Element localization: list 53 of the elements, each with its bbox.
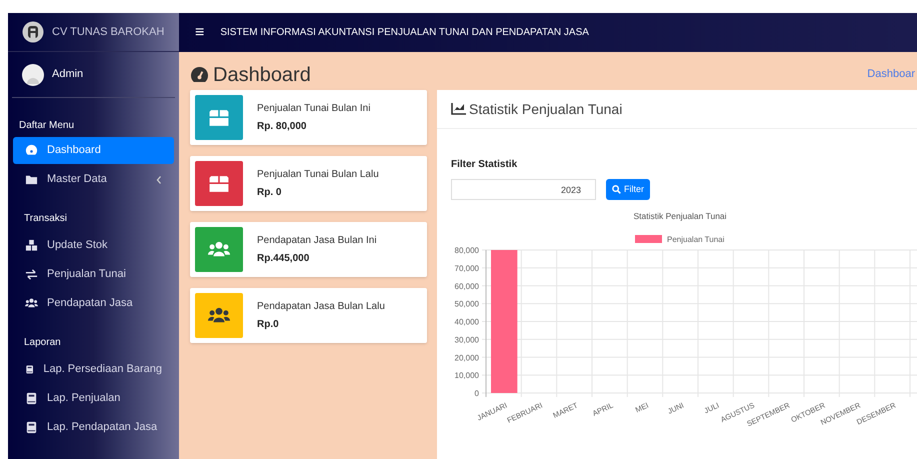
sidebar-item[interactable]: Update Stok — [13, 232, 174, 259]
search-icon — [612, 185, 621, 194]
sidebar-item[interactable]: Penjualan Tunai — [13, 261, 174, 288]
legend-swatch[interactable] — [635, 235, 662, 243]
users-icon — [25, 297, 38, 310]
axis-label: 30,000 — [454, 335, 479, 344]
axis-label: 20,000 — [454, 353, 479, 362]
user-name[interactable]: Admin — [52, 66, 84, 83]
stat-label: Pendapatan Jasa Bulan Lalu — [257, 300, 385, 314]
axis-label: 70,000 — [454, 264, 479, 273]
year-field[interactable]: 2023 — [451, 179, 596, 200]
page-title: Dashboard — [213, 62, 311, 88]
folder-icon — [25, 173, 38, 186]
line-chart-icon — [451, 103, 466, 115]
book-icon — [25, 363, 34, 376]
menu-icon[interactable]: ≡ — [195, 24, 204, 40]
avatar-icon — [22, 64, 44, 86]
sidebar-item[interactable]: Dashboard — [13, 137, 174, 164]
book-icon — [25, 392, 38, 405]
filter-label: Filter Statistik — [451, 158, 518, 172]
menu-heading: Laporan — [23, 336, 62, 350]
stat-value: Rp. 80,000 — [257, 120, 308, 134]
logo-icon — [22, 21, 44, 43]
arrows-icon — [25, 268, 38, 281]
stat-value: Rp.445,000 — [257, 252, 310, 266]
axis-label: 40,000 — [454, 318, 479, 326]
menu-heading: Daftar Menu — [18, 118, 76, 132]
sidebar-item[interactable]: Master Data — [13, 166, 174, 193]
chart-title: Statistik Penjualan Tunai — [633, 211, 727, 221]
sidebar-item[interactable]: Lap. Penjualan — [13, 385, 174, 412]
sidebar-item[interactable]: Lap. Persediaan Barang — [13, 356, 174, 383]
stat-value: Rp.0 — [257, 318, 280, 332]
gauge-icon — [25, 144, 38, 157]
sidebar-item[interactable]: Lap. Pendapatan Jasa — [13, 414, 174, 441]
stat-label: Penjualan Tunai Bulan Ini — [257, 102, 370, 116]
menu-heading: Transaksi — [23, 212, 68, 226]
axis-label: 80,000 — [454, 246, 479, 255]
stat-label: Penjualan Tunai Bulan Lalu — [257, 168, 379, 182]
legend-label[interactable]: Penjualan Tunai — [667, 235, 724, 244]
gauge-icon — [190, 66, 209, 83]
axis-label: 60,000 — [454, 282, 479, 291]
card-title: Statistik Penjualan Tunai — [469, 100, 622, 119]
app-title: SISTEM INFORMASI AKUNTANSI PENJUALAN TUNAI DAN PENDAPATAN JASA — [220, 26, 589, 40]
brand-name[interactable]: CV TUNAS BAROKAH — [52, 24, 164, 40]
stat-label: Pendapatan Jasa Bulan Ini — [257, 234, 377, 248]
boxes-icon — [25, 239, 38, 252]
filter-button[interactable]: Filter — [606, 179, 650, 200]
axis-label: 0 — [474, 389, 479, 398]
axis-label: 50,000 — [454, 300, 479, 309]
sidebar-item[interactable]: Pendapatan Jasa — [13, 290, 174, 317]
stat-value: Rp. 0 — [257, 186, 282, 200]
book-icon — [25, 421, 38, 434]
axis-label: 10,000 — [454, 371, 479, 380]
